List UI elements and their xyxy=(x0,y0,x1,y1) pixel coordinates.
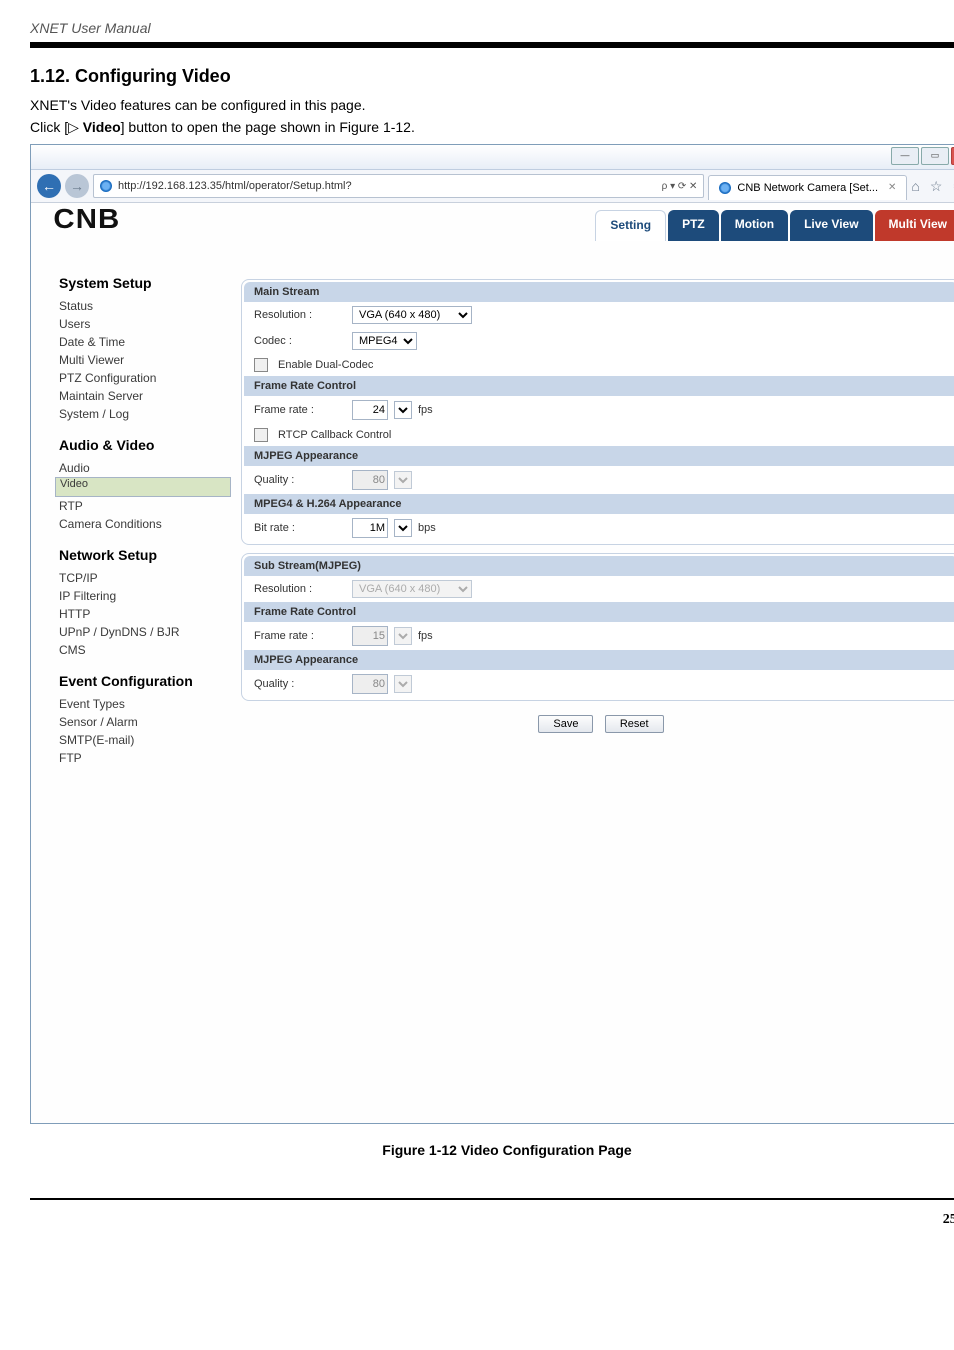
body-line-1: XNET's Video features can be configured … xyxy=(30,97,954,113)
enable-dual-codec-label: Enable Dual-Codec xyxy=(278,359,373,371)
tab-ie-icon xyxy=(719,182,731,194)
sidebar-item-maintain-server[interactable]: Maintain Server xyxy=(59,387,231,405)
sidebar-item-ftp[interactable]: FTP xyxy=(59,749,231,767)
window-maximize-button[interactable]: ▭ xyxy=(921,147,949,165)
tab-multi-view[interactable]: Multi View xyxy=(875,210,954,241)
frame-rate-label: Frame rate : xyxy=(254,404,346,416)
enable-dual-codec-checkbox[interactable] xyxy=(254,358,268,372)
body-line-2-pre: Click [▷ xyxy=(30,119,83,135)
footer-rule xyxy=(30,1198,954,1200)
ie-icon xyxy=(100,180,112,192)
tab-label: CNB Network Camera [Set... xyxy=(737,182,878,194)
tab-ptz[interactable]: PTZ xyxy=(668,210,719,241)
bitrate-input[interactable] xyxy=(352,518,388,538)
sub-mjpeg-header: MJPEG Appearance xyxy=(244,650,954,670)
mpeg4-h264-header: MPEG4 & H.264 Appearance xyxy=(244,494,954,514)
bps-label: bps xyxy=(418,522,436,534)
sidebar-item-http[interactable]: HTTP xyxy=(59,605,231,623)
rtcp-checkbox[interactable] xyxy=(254,428,268,442)
header-rule xyxy=(30,42,954,48)
sidebar-item-rtp[interactable]: RTP xyxy=(59,497,231,515)
frame-rate-dropdown[interactable] xyxy=(394,401,412,419)
sub-resolution-label: Resolution : xyxy=(254,583,346,595)
body-line-2-post: ] button to open the page shown in Figur… xyxy=(121,119,415,135)
tab-close-icon[interactable]: ✕ xyxy=(888,182,896,193)
quality-dropdown xyxy=(394,471,412,489)
favorites-icon[interactable]: ☆ xyxy=(930,178,943,195)
nav-back-button[interactable]: ← xyxy=(37,174,61,198)
address-bar: ← → http://192.168.123.35/html/operator/… xyxy=(31,170,954,203)
url-text: http://192.168.123.35/html/operator/Setu… xyxy=(118,180,352,192)
window-minimize-button[interactable]: — xyxy=(891,147,919,165)
body-line-2-bold: Video xyxy=(83,119,121,135)
browser-tab[interactable]: CNB Network Camera [Set... ✕ xyxy=(708,175,907,200)
main-stream-panel: Main Stream Resolution : VGA (640 x 480)… xyxy=(241,279,954,545)
quality-input xyxy=(352,470,388,490)
sub-frame-rate-dropdown xyxy=(394,627,412,645)
logo: CNB xyxy=(31,203,119,235)
resolution-select[interactable]: VGA (640 x 480) xyxy=(352,306,472,324)
rtcp-label: RTCP Callback Control xyxy=(278,429,391,441)
page-number: 25 / 53 xyxy=(30,1210,954,1228)
resolution-label: Resolution : xyxy=(254,309,346,321)
sub-stream-panel: Sub Stream(MJPEG) Resolution : VGA (640 … xyxy=(241,553,954,701)
sub-frame-rate-header: Frame Rate Control xyxy=(244,602,954,622)
sidebar-group-event: Event Configuration xyxy=(59,673,231,689)
sidebar-item-users[interactable]: Users xyxy=(59,315,231,333)
sidebar-item-sensor-alarm[interactable]: Sensor / Alarm xyxy=(59,713,231,731)
sidebar: System Setup Status Users Date & Time Mu… xyxy=(31,255,241,767)
reset-button[interactable]: Reset xyxy=(605,715,664,733)
tab-live-view[interactable]: Live View xyxy=(790,210,872,241)
bitrate-dropdown[interactable] xyxy=(394,519,412,537)
body-line-2: Click [▷ Video] button to open the page … xyxy=(30,119,954,136)
figure-caption: Figure 1-12 Video Configuration Page xyxy=(30,1142,954,1158)
mjpeg-appearance-header: MJPEG Appearance xyxy=(244,446,954,466)
sidebar-item-video[interactable]: Video xyxy=(55,477,231,497)
sub-resolution-select: VGA (640 x 480) xyxy=(352,580,472,598)
sidebar-item-smtp-email[interactable]: SMTP(E-mail) xyxy=(59,731,231,749)
main-stream-header: Main Stream xyxy=(244,282,954,302)
frame-rate-input[interactable] xyxy=(352,400,388,420)
frame-rate-control-header: Frame Rate Control xyxy=(244,376,954,396)
browser-window: — ▭ ✕ ← → http://192.168.123.35/html/ope… xyxy=(30,144,954,1124)
quality-label: Quality : xyxy=(254,474,346,486)
sidebar-item-tcpip[interactable]: TCP/IP xyxy=(59,569,231,587)
sidebar-item-multi-viewer[interactable]: Multi Viewer xyxy=(59,351,231,369)
sidebar-item-upnp-dyndns-bjr[interactable]: UPnP / DynDNS / BJR xyxy=(59,623,231,641)
sub-fps-label: fps xyxy=(418,630,433,642)
save-button[interactable]: Save xyxy=(538,715,593,733)
window-titlebar: — ▭ ✕ xyxy=(31,145,954,170)
sidebar-group-system: System Setup xyxy=(59,275,231,291)
sub-quality-input xyxy=(352,674,388,694)
fps-label: fps xyxy=(418,404,433,416)
sub-quality-dropdown xyxy=(394,675,412,693)
sub-frame-rate-input xyxy=(352,626,388,646)
sub-quality-label: Quality : xyxy=(254,678,346,690)
home-icon[interactable]: ⌂ xyxy=(911,178,919,195)
sidebar-item-camera-conditions[interactable]: Camera Conditions xyxy=(59,515,231,533)
sidebar-item-audio[interactable]: Audio xyxy=(59,459,231,477)
sidebar-item-date-time[interactable]: Date & Time xyxy=(59,333,231,351)
page-content: CNB Setting PTZ Motion Live View Multi V… xyxy=(31,203,954,1123)
url-controls: ρ ▾ ⟳ ✕ xyxy=(662,181,698,192)
sidebar-item-ptz-config[interactable]: PTZ Configuration xyxy=(59,369,231,387)
nav-forward-button[interactable]: → xyxy=(65,174,89,198)
sidebar-item-system-log[interactable]: System / Log xyxy=(59,405,231,423)
sidebar-group-audio-video: Audio & Video xyxy=(59,437,231,453)
codec-label: Codec : xyxy=(254,335,346,347)
sidebar-item-ip-filtering[interactable]: IP Filtering xyxy=(59,587,231,605)
tab-motion[interactable]: Motion xyxy=(721,210,788,241)
section-heading: 1.12. Configuring Video xyxy=(30,66,954,87)
manual-title: XNET User Manual xyxy=(30,20,954,36)
url-box[interactable]: http://192.168.123.35/html/operator/Setu… xyxy=(93,174,704,198)
sidebar-item-cms[interactable]: CMS xyxy=(59,641,231,659)
codec-select[interactable]: MPEG4 xyxy=(352,332,417,350)
sub-stream-header: Sub Stream(MJPEG) xyxy=(244,556,954,576)
sidebar-item-event-types[interactable]: Event Types xyxy=(59,695,231,713)
sub-frame-rate-label: Frame rate : xyxy=(254,630,346,642)
bitrate-label: Bit rate : xyxy=(254,522,346,534)
sidebar-item-status[interactable]: Status xyxy=(59,297,231,315)
tab-setting[interactable]: Setting xyxy=(595,210,666,241)
sidebar-group-network: Network Setup xyxy=(59,547,231,563)
